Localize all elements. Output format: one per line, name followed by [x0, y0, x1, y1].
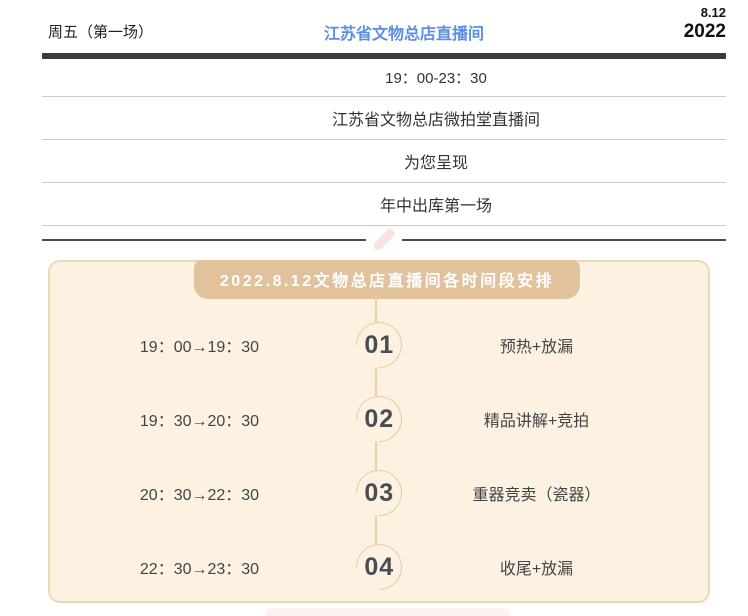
slot-number: 02 — [364, 405, 394, 434]
intro-studio-row: 江苏省文物总店微拍堂直播间 — [42, 97, 726, 140]
schedule-row: 22：30→23：30 04 收尾+放漏 — [50, 530, 708, 604]
header: 周五（第一场） 江苏省文物总店直播间 8.12 2022 — [0, 0, 748, 53]
date-year: 2022 — [684, 21, 726, 43]
schedule-rows: 19：00→19：30 01 预热+放漏 19：30→20：30 02 精品讲解… — [50, 262, 708, 604]
date-block: 8.12 2022 — [684, 6, 726, 43]
poster-page: 周五（第一场） 江苏省文物总店直播间 8.12 2022 19：00-23：30… — [0, 0, 748, 616]
schedule-row: 19：30→20：30 02 精品讲解+竞拍 — [50, 382, 708, 456]
divider-right-segment — [402, 239, 726, 241]
slot-label: 精品讲解+竞拍 — [395, 407, 678, 431]
slot-label: 重器竞卖（瓷器） — [395, 481, 678, 505]
slot-number: 04 — [364, 553, 394, 582]
slash-divider — [42, 235, 726, 244]
divider-left-segment — [42, 239, 366, 241]
schedule-panel: 2022.8.12文物总店直播间各时间段安排 19：00→19：30 01 预热… — [48, 260, 710, 603]
intro-time-row: 19：00-23：30 — [42, 59, 726, 97]
studio-title-link[interactable]: 江苏省文物总店直播间 — [324, 20, 484, 44]
slot-label: 预热+放漏 — [395, 333, 678, 357]
schedule-row: 19：00→19：30 01 预热+放漏 — [50, 308, 708, 382]
slot-time: 19：30→20：30 — [58, 407, 341, 431]
studio-name: 江苏省文物总店微拍堂直播间 — [332, 106, 540, 130]
pink-slash-icon — [372, 227, 397, 252]
present-text: 为您呈现 — [404, 149, 468, 173]
slot-time: 22：30→23：30 — [58, 555, 341, 579]
next-panel-peek — [265, 608, 510, 616]
intro-section: 19：00-23：30 江苏省文物总店微拍堂直播间 为您呈现 年中出库第一场 — [42, 59, 726, 226]
event-name: 年中出库第一场 — [380, 192, 492, 216]
date-month-day: 8.12 — [684, 6, 726, 21]
slot-time: 19：00→19：30 — [58, 333, 341, 357]
session-label: 周五（第一场） — [48, 21, 153, 42]
intro-present-row: 为您呈现 — [42, 140, 726, 183]
intro-event-row: 年中出库第一场 — [42, 183, 726, 226]
slot-number: 03 — [364, 479, 394, 508]
broadcast-time-range: 19：00-23：30 — [385, 67, 487, 88]
schedule-row: 20：30→22：30 03 重器竞卖（瓷器） — [50, 456, 708, 530]
slot-label: 收尾+放漏 — [395, 555, 678, 579]
slot-time: 20：30→22：30 — [58, 481, 341, 505]
slot-number: 01 — [364, 331, 394, 360]
